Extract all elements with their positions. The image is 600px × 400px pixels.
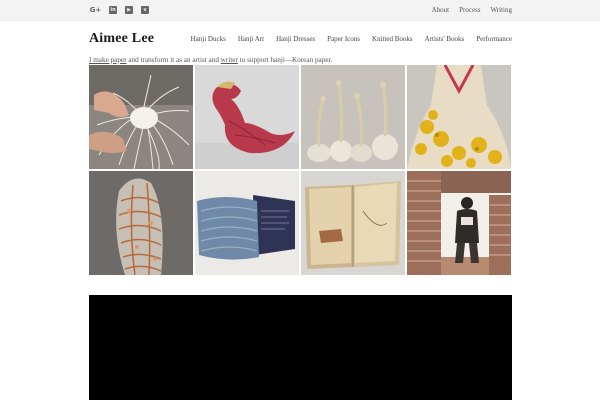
gallery-tile-knitted-book[interactable] bbox=[195, 171, 299, 275]
intro-text-part-1: and transform it as an artist and bbox=[126, 56, 221, 64]
gallery-tile-brick-installation[interactable] bbox=[407, 171, 511, 275]
vimeo-icon[interactable]: v bbox=[141, 6, 149, 14]
google-plus-icon[interactable]: G+ bbox=[90, 6, 102, 14]
nav-item-paper-icons[interactable]: Paper Icons bbox=[327, 35, 360, 43]
paper-dress-image bbox=[407, 65, 511, 169]
nav-item-hanji-ducks[interactable]: Hanji Ducks bbox=[191, 35, 226, 43]
top-bar: G+ in ▶ v About Process Writing bbox=[0, 0, 600, 21]
writer-link[interactable]: writer bbox=[221, 56, 238, 64]
gallery-tile-paper-dress[interactable] bbox=[407, 65, 511, 169]
paper-vessels-image bbox=[301, 65, 405, 169]
knitted-book-image bbox=[195, 171, 299, 275]
top-links: About Process Writing bbox=[432, 6, 512, 14]
nav-item-hanji-art[interactable]: Hanji Art bbox=[238, 35, 264, 43]
brick-installation-image bbox=[407, 171, 511, 275]
woven-sculpture-image bbox=[89, 171, 193, 275]
top-link-writing[interactable]: Writing bbox=[491, 6, 513, 14]
main-nav: Hanji Ducks Hanji Art Hanji Dresses Pape… bbox=[191, 35, 512, 43]
hands-weaving-image bbox=[89, 65, 193, 169]
gallery-tile-paper-vessels[interactable] bbox=[301, 65, 405, 169]
gallery-tile-open-book[interactable] bbox=[301, 171, 405, 275]
top-link-about[interactable]: About bbox=[432, 6, 450, 14]
linkedin-icon[interactable]: in bbox=[109, 6, 117, 14]
gallery-grid bbox=[89, 65, 512, 275]
nav-item-performance[interactable]: Performance bbox=[476, 35, 512, 43]
gallery-tile-woven-sculpture[interactable] bbox=[89, 171, 193, 275]
intro-text-part-2: to support hanji—Korean paper. bbox=[237, 56, 333, 64]
make-paper-link[interactable]: I make paper bbox=[89, 56, 127, 64]
intro-text: I make paper and transform it as an arti… bbox=[89, 56, 332, 64]
site-title[interactable]: Aimee Lee bbox=[89, 31, 154, 47]
youtube-icon[interactable]: ▶ bbox=[125, 6, 133, 14]
social-links: G+ in ▶ v bbox=[90, 6, 149, 14]
red-duck-image bbox=[195, 65, 299, 169]
gallery-tile-hands-weaving[interactable] bbox=[89, 65, 193, 169]
nav-item-knitted-books[interactable]: Knitted Books bbox=[372, 35, 413, 43]
open-book-image bbox=[301, 171, 405, 275]
top-link-process[interactable]: Process bbox=[459, 6, 480, 14]
gallery-tile-red-duck[interactable] bbox=[195, 65, 299, 169]
video-embed[interactable] bbox=[89, 295, 512, 400]
nav-item-artists-books[interactable]: Artists' Books bbox=[425, 35, 465, 43]
nav-item-hanji-dresses[interactable]: Hanji Dresses bbox=[276, 35, 315, 43]
